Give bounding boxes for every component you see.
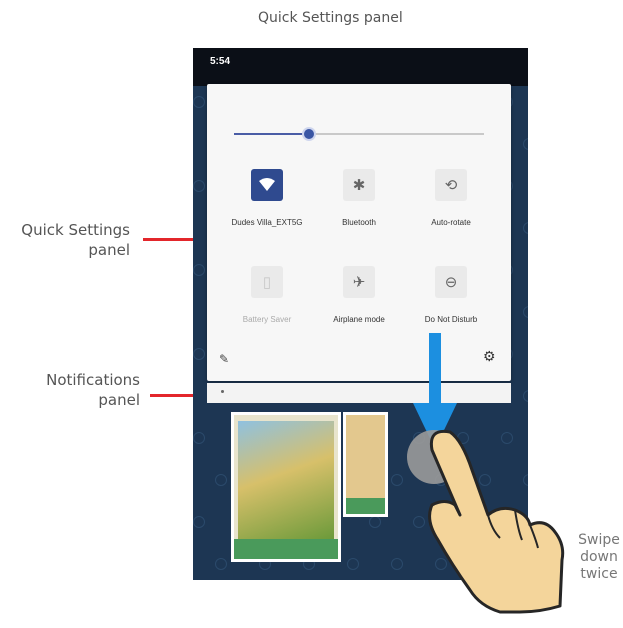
callout-notifications-text: Notifications panel bbox=[46, 371, 140, 409]
airplane-icon: ✈ bbox=[343, 266, 375, 298]
wallpaper-mickey-icon bbox=[479, 558, 491, 570]
notifications-panel[interactable] bbox=[207, 383, 511, 403]
touch-point-circle bbox=[407, 430, 461, 484]
wallpaper-mickey-icon bbox=[523, 138, 528, 150]
tile-airplane-mode-label: Airplane mode bbox=[333, 315, 385, 324]
wallpaper-mickey-icon bbox=[435, 558, 447, 570]
wallpaper-mickey-icon bbox=[523, 558, 528, 570]
book-cover-art bbox=[238, 421, 334, 539]
tile-auto-rotate[interactable]: ⟲ Auto-rotate bbox=[401, 169, 501, 227]
callout-quick-settings-label: Quick Settings panel bbox=[0, 220, 130, 260]
wallpaper-mickey-icon bbox=[457, 432, 469, 444]
wallpaper-mickey-icon bbox=[501, 432, 513, 444]
book-cover-image-2[interactable] bbox=[343, 412, 388, 517]
auto-rotate-icon: ⟲ bbox=[435, 169, 467, 201]
battery-saver-icon: ▯ bbox=[251, 266, 283, 298]
status-time: 5:54 bbox=[210, 56, 231, 67]
phone-screen: 5:54 Dudes Villa_EXT5G ✱ Bluetooth ⟲ Aut… bbox=[193, 48, 528, 580]
wallpaper-mickey-icon bbox=[347, 558, 359, 570]
wifi-icon bbox=[251, 169, 283, 201]
quick-settings-panel: Dudes Villa_EXT5G ✱ Bluetooth ⟲ Auto-rot… bbox=[207, 84, 511, 381]
wallpaper-mickey-icon bbox=[391, 558, 403, 570]
swipe-hint: Swipe down twice bbox=[575, 532, 623, 583]
book-cover-image[interactable] bbox=[231, 412, 341, 562]
brightness-slider-fill bbox=[234, 133, 309, 135]
tile-battery-saver-label: Battery Saver bbox=[242, 315, 292, 324]
bluetooth-icon: ✱ bbox=[343, 169, 375, 201]
swipe-arrow-shaft bbox=[429, 333, 441, 413]
tile-do-not-disturb-label: Do Not Disturb bbox=[424, 315, 478, 324]
tile-bluetooth-label: Bluetooth bbox=[342, 218, 376, 227]
book-cover-footer bbox=[234, 539, 338, 559]
callout-quick-settings-text: Quick Settings panel bbox=[21, 221, 130, 259]
tile-do-not-disturb[interactable]: ⊖ Do Not Disturb bbox=[401, 266, 501, 324]
status-bar: 5:54 bbox=[193, 48, 528, 86]
tile-wifi-label: Dudes Villa_EXT5G bbox=[231, 218, 303, 227]
wallpaper-mickey-icon bbox=[523, 474, 528, 486]
wallpaper-mickey-icon bbox=[369, 516, 381, 528]
wallpaper-mickey-icon bbox=[215, 474, 227, 486]
wallpaper-mickey-icon bbox=[479, 474, 491, 486]
wallpaper-mickey-icon bbox=[193, 516, 205, 528]
wallpaper-mickey-icon bbox=[193, 348, 205, 360]
tile-bluetooth[interactable]: ✱ Bluetooth bbox=[309, 169, 409, 227]
wallpaper-mickey-icon bbox=[523, 390, 528, 402]
wallpaper-mickey-icon bbox=[193, 264, 205, 276]
tile-wifi[interactable]: Dudes Villa_EXT5G bbox=[217, 169, 317, 227]
callout-notifications-label: Notifications panel bbox=[0, 370, 140, 410]
notification-dot-icon bbox=[221, 390, 224, 393]
tile-airplane-mode[interactable]: ✈ Airplane mode bbox=[309, 266, 409, 324]
edit-pencil-icon[interactable]: ✎ bbox=[219, 352, 229, 366]
brightness-slider[interactable] bbox=[234, 127, 484, 141]
settings-gear-icon[interactable]: ⚙ bbox=[483, 348, 496, 365]
swipe-hint-text: Swipe down twice bbox=[578, 532, 620, 582]
figure-title: Quick Settings panel bbox=[258, 10, 403, 26]
wallpaper-mickey-icon bbox=[457, 516, 469, 528]
wallpaper-mickey-icon bbox=[193, 432, 205, 444]
wallpaper-mickey-icon bbox=[413, 516, 425, 528]
brightness-slider-thumb[interactable] bbox=[302, 127, 316, 141]
wallpaper-mickey-icon bbox=[523, 306, 528, 318]
tile-battery-saver[interactable]: ▯ Battery Saver bbox=[217, 266, 317, 324]
tile-auto-rotate-label: Auto-rotate bbox=[431, 218, 471, 227]
wallpaper-mickey-icon bbox=[193, 96, 205, 108]
wallpaper-mickey-icon bbox=[215, 558, 227, 570]
do-not-disturb-icon: ⊖ bbox=[435, 266, 467, 298]
wallpaper-mickey-icon bbox=[523, 222, 528, 234]
book-cover-footer-2 bbox=[346, 498, 385, 514]
wallpaper-mickey-icon bbox=[501, 516, 513, 528]
wallpaper-mickey-icon bbox=[193, 180, 205, 192]
wallpaper-mickey-icon bbox=[391, 474, 403, 486]
